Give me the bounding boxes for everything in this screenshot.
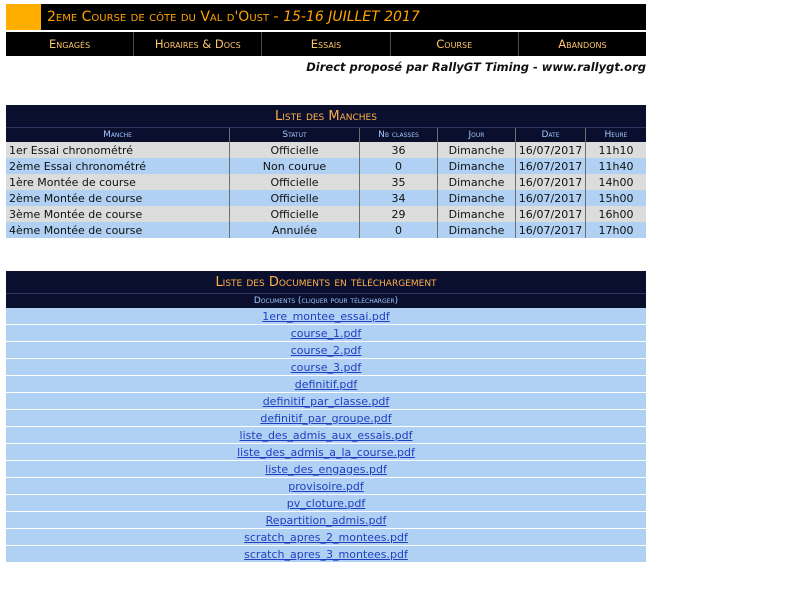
document-link[interactable]: liste_des_admis_aux_essais.pdf — [240, 429, 413, 442]
cell-jour: Dimanche — [438, 190, 516, 206]
table-row: 2ème Essai chronométré Non courue 0 Dima… — [6, 158, 646, 174]
cell-heure: 11h40 — [598, 159, 634, 173]
cell-nb-classes: 29 — [360, 206, 438, 222]
cell-heure: 17h00 — [598, 223, 634, 237]
cell-date: 16/07/2017 — [516, 190, 586, 206]
cell-statut: Officielle — [230, 142, 360, 158]
title-bar: 2eme Course de côte du Val d'Oust - 15-1… — [6, 4, 646, 30]
col-header-statut: Statut — [230, 128, 360, 142]
cell-date: 16/07/2017 — [516, 158, 586, 174]
list-item: course_1.pdf — [6, 325, 646, 342]
list-item: pv_cloture.pdf — [6, 495, 646, 512]
cell-nb-classes: 36 — [360, 142, 438, 158]
cell-statut: Officielle — [230, 174, 360, 190]
cell-heure: 16h00 — [598, 207, 634, 221]
cell-jour: Dimanche — [438, 174, 516, 190]
table-row: 1er Essai chronométré Officielle 36 Dima… — [6, 142, 646, 158]
document-link[interactable]: course_2.pdf — [291, 344, 362, 357]
event-name: 2eme Course de côte du Val d'Oust — [47, 9, 270, 25]
event-dates: 15-16 JUILLET 2017 — [283, 9, 420, 25]
col-header-heure: Heure — [604, 130, 628, 140]
cell-manche: 4ème Montée de course — [6, 222, 230, 238]
cell-statut: Officielle — [230, 206, 360, 222]
list-item: 1ere_montee_essai.pdf — [6, 308, 646, 325]
cell-date: 16/07/2017 — [516, 222, 586, 238]
cell-jour: Dimanche — [438, 222, 516, 238]
document-link[interactable]: pv_cloture.pdf — [287, 497, 366, 510]
nav-course[interactable]: Course — [391, 32, 519, 56]
credit-text: Direct proposé par RallyGT Timing - www.… — [306, 60, 646, 74]
manches-title: Liste des Manches — [6, 105, 646, 127]
col-header-jour: Jour — [438, 128, 516, 142]
table-row: 3ème Montée de course Officielle 29 Dima… — [6, 206, 646, 222]
title-separator: - — [269, 9, 284, 25]
nav-horaires-docs[interactable]: Horaires & Docs — [134, 32, 263, 56]
document-link[interactable]: provisoire.pdf — [288, 480, 363, 493]
table-row: 1ère Montée de course Officielle 35 Dima… — [6, 174, 646, 190]
cell-manche: 2ème Essai chronométré — [6, 158, 230, 174]
cell-jour: Dimanche — [438, 158, 516, 174]
document-link[interactable]: definitif_par_groupe.pdf — [260, 412, 391, 425]
cell-date: 16/07/2017 — [516, 206, 586, 222]
documents-header: Documents (cliquer pour télécharger) — [6, 293, 646, 308]
cell-heure: 14h00 — [598, 175, 634, 189]
cell-heure: 15h00 — [598, 191, 634, 205]
list-item: liste_des_engages.pdf — [6, 461, 646, 478]
document-link[interactable]: 1ere_montee_essai.pdf — [262, 310, 389, 323]
list-item: definitif_par_groupe.pdf — [6, 410, 646, 427]
col-header-manche: Manche — [6, 128, 230, 142]
cell-jour: Dimanche — [438, 206, 516, 222]
cell-nb-classes: 34 — [360, 190, 438, 206]
document-link[interactable]: definitif.pdf — [295, 378, 357, 391]
col-header-date: Date — [516, 128, 586, 142]
manches-table: Liste des Manches Manche Statut Nb class… — [6, 105, 646, 238]
list-item: liste_des_admis_a_la_course.pdf — [6, 444, 646, 461]
cell-statut: Officielle — [230, 190, 360, 206]
documents-table: Liste des Documents en téléchargement Do… — [6, 271, 646, 563]
cell-manche: 1ère Montée de course — [6, 174, 230, 190]
list-item: definitif_par_classe.pdf — [6, 393, 646, 410]
cell-manche: 1er Essai chronométré — [6, 142, 230, 158]
nav-abandons[interactable]: Abandons — [519, 32, 646, 56]
nav-engages[interactable]: Engagés — [6, 32, 135, 56]
document-link[interactable]: Repartition_admis.pdf — [266, 514, 387, 527]
cell-jour: Dimanche — [438, 142, 516, 158]
manches-header-row: Manche Statut Nb classes Jour Date Heure — [6, 127, 646, 142]
document-link[interactable]: scratch_apres_2_montees.pdf — [244, 531, 408, 544]
document-link[interactable]: scratch_apres_3_montees.pdf — [244, 548, 408, 561]
list-item: course_2.pdf — [6, 342, 646, 359]
page-header: 2eme Course de côte du Val d'Oust - 15-1… — [6, 4, 646, 74]
cell-manche: 3ème Montée de course — [6, 206, 230, 222]
document-link[interactable]: definitif_par_classe.pdf — [263, 395, 390, 408]
list-item: scratch_apres_2_montees.pdf — [6, 529, 646, 546]
cell-statut: Annulée — [230, 222, 360, 238]
document-link[interactable]: course_3.pdf — [291, 361, 362, 374]
table-row: 4ème Montée de course Annulée 0 Dimanche… — [6, 222, 646, 238]
cell-nb-classes: 0 — [360, 158, 438, 174]
page-title: 2eme Course de côte du Val d'Oust - 15-1… — [41, 4, 420, 30]
list-item: provisoire.pdf — [6, 478, 646, 495]
list-item: scratch_apres_3_montees.pdf — [6, 546, 646, 563]
cell-statut: Non courue — [230, 158, 360, 174]
nav-essais[interactable]: Essais — [262, 32, 391, 56]
cell-nb-classes: 0 — [360, 222, 438, 238]
accent-block — [6, 4, 41, 30]
document-link[interactable]: liste_des_admis_a_la_course.pdf — [237, 446, 415, 459]
document-link[interactable]: liste_des_engages.pdf — [265, 463, 387, 476]
table-row: 2ème Montée de course Officielle 34 Dima… — [6, 190, 646, 206]
cell-date: 16/07/2017 — [516, 174, 586, 190]
cell-nb-classes: 35 — [360, 174, 438, 190]
documents-title: Liste des Documents en téléchargement — [6, 271, 646, 293]
list-item: Repartition_admis.pdf — [6, 512, 646, 529]
main-nav: Engagés Horaires & Docs Essais Course Ab… — [6, 32, 646, 56]
cell-manche: 2ème Montée de course — [6, 190, 230, 206]
cell-date: 16/07/2017 — [516, 142, 586, 158]
cell-heure: 11h10 — [598, 143, 634, 157]
col-header-nb-classes: Nb classes — [360, 128, 438, 142]
document-link[interactable]: course_1.pdf — [291, 327, 362, 340]
list-item: course_3.pdf — [6, 359, 646, 376]
list-item: liste_des_admis_aux_essais.pdf — [6, 427, 646, 444]
list-item: definitif.pdf — [6, 376, 646, 393]
